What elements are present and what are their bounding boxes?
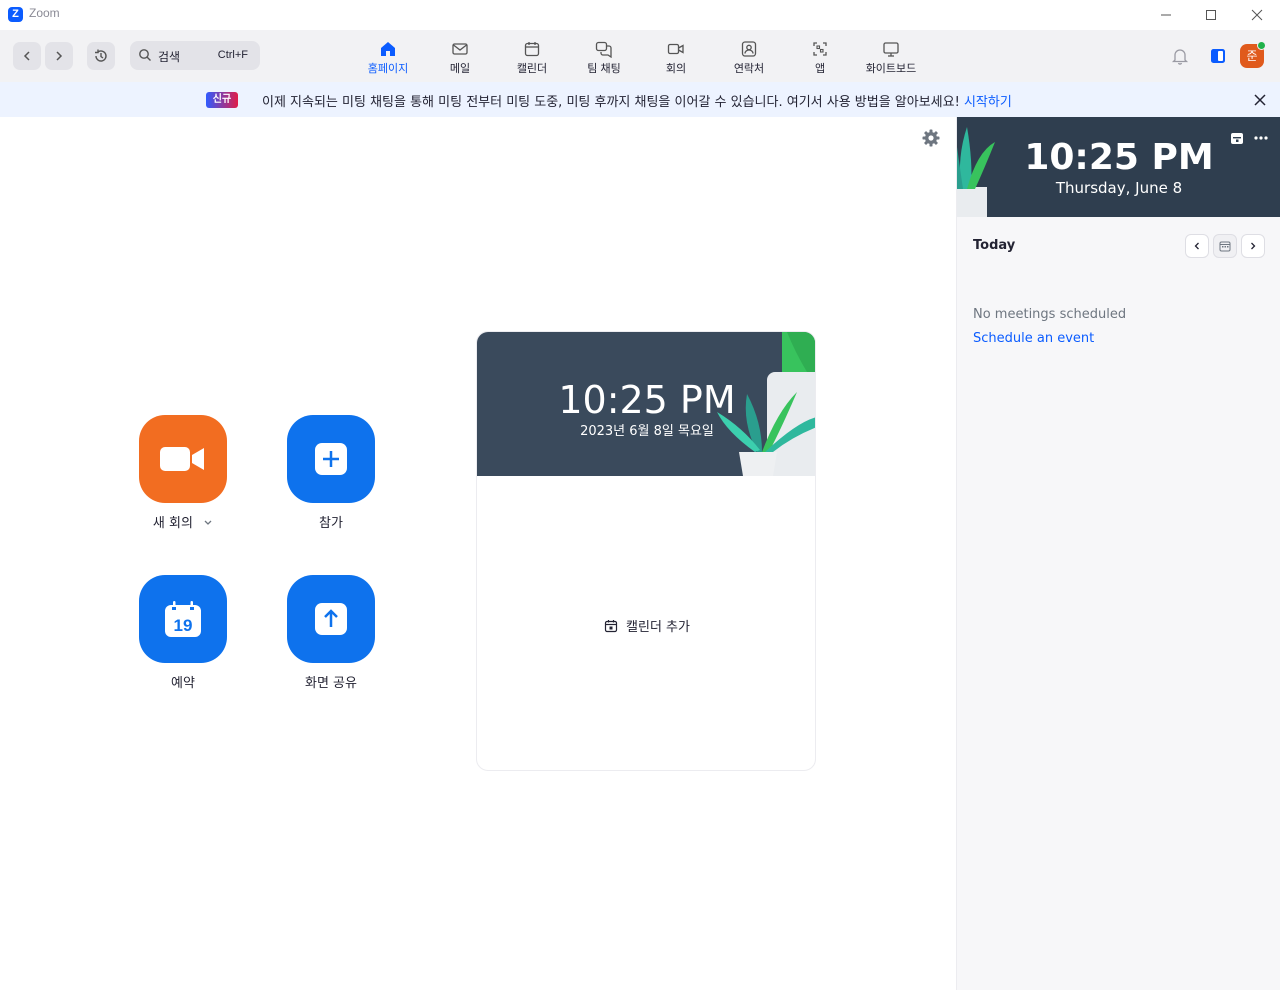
next-day-button[interactable] xyxy=(1241,234,1265,258)
calendar-19-icon: 19 xyxy=(165,601,201,637)
upcoming-meetings-card: 10:25 PM 2023년 6월 8일 목요일 캘린더 추가 xyxy=(476,331,816,771)
banner-start-link[interactable]: 시작하기 xyxy=(964,95,1012,110)
side-panel-toggle[interactable] xyxy=(1206,44,1230,68)
close-window-button[interactable] xyxy=(1234,0,1280,30)
panel-more-button[interactable] xyxy=(1252,129,1270,147)
panel-clock-date: Thursday, June 8 xyxy=(1055,179,1183,197)
new-meeting-text: 새 회의 xyxy=(152,516,193,531)
right-side-panel: 10:25 PM Thursday, June 8 Today No meeti… xyxy=(956,117,1280,990)
chevron-right-icon xyxy=(56,51,63,61)
title-bar: Z Zoom xyxy=(0,0,1280,30)
join-label: 참가 xyxy=(319,516,343,531)
contacts-icon xyxy=(741,41,757,57)
chat-icon xyxy=(595,41,612,58)
no-meetings-text: No meetings scheduled xyxy=(973,307,1127,322)
banner-message-text: 이제 지속되는 미팅 채팅을 통해 미팅 전부터 미팅 도중, 미팅 후까지 채… xyxy=(262,95,960,110)
calendar-day-number: 19 xyxy=(174,616,193,635)
add-calendar-button[interactable]: 캘린더 추가 xyxy=(477,616,815,635)
video-camera-icon xyxy=(160,447,204,471)
tab-label: 홈페이지 xyxy=(367,63,409,75)
schedule-label: 예약 xyxy=(171,676,195,691)
banner-message: 이제 지속되는 미팅 채팅을 통해 미팅 전부터 미팅 도중, 미팅 후까지 채… xyxy=(262,91,1012,110)
history-button[interactable] xyxy=(87,42,115,70)
zoom-logo-icon: Z xyxy=(8,7,23,22)
tab-apps[interactable]: 앱 xyxy=(806,40,834,76)
presence-status-icon xyxy=(1257,41,1266,50)
schedule-button[interactable]: 19 xyxy=(139,575,227,663)
tab-label: 연락처 xyxy=(733,63,765,75)
apps-icon xyxy=(813,42,827,56)
banner-close-button[interactable] xyxy=(1250,90,1270,110)
more-horizontal-icon xyxy=(1254,136,1268,140)
announcement-banner: 신규 이제 지속되는 미팅 채팅을 통해 미팅 전부터 미팅 도중, 미팅 후까… xyxy=(0,82,1280,117)
chevron-left-icon xyxy=(1194,242,1199,250)
chevron-right-icon xyxy=(1251,242,1256,250)
history-icon xyxy=(95,49,107,62)
add-calendar-label: 캘린더 추가 xyxy=(626,620,690,635)
share-screen-label: 화면 공유 xyxy=(305,676,357,691)
app-title: Zoom xyxy=(29,6,60,20)
notifications-button[interactable] xyxy=(1168,44,1192,68)
plus-icon xyxy=(315,443,347,475)
share-arrow-icon xyxy=(315,603,347,635)
card-clock-time: 10:25 PM xyxy=(558,378,736,422)
search-shortcut: Ctrl+F xyxy=(217,49,248,61)
settings-button[interactable] xyxy=(920,127,942,149)
search-icon xyxy=(139,49,151,61)
card-hero-banner: 10:25 PM 2023년 6월 8일 목요일 xyxy=(477,332,815,476)
previous-day-button[interactable] xyxy=(1185,234,1209,258)
maximize-button[interactable] xyxy=(1188,0,1234,30)
panel-clock-time: 10:25 PM xyxy=(1024,137,1214,178)
join-button[interactable] xyxy=(287,415,375,503)
minimize-button[interactable] xyxy=(1143,0,1189,30)
main-toolbar: 검색 Ctrl+F 홈페이지 메일 캘린더 팀 채팅 회의 연락처 앱 화이트보… xyxy=(0,30,1280,82)
tab-whiteboard[interactable]: 화이트보드 xyxy=(863,40,919,76)
panel-calendar-button[interactable] xyxy=(1228,129,1246,147)
tab-label: 화이트보드 xyxy=(865,63,917,75)
tab-meetings[interactable]: 회의 xyxy=(661,40,691,76)
tab-mail[interactable]: 메일 xyxy=(445,40,475,76)
new-badge: 신규 xyxy=(206,92,238,108)
minimize-icon xyxy=(1161,14,1171,16)
close-icon xyxy=(1251,9,1263,21)
panel-hero-banner: 10:25 PM Thursday, June 8 xyxy=(957,117,1280,217)
tab-calendar[interactable]: 캘린더 xyxy=(512,40,552,76)
tab-label: 메일 xyxy=(449,63,471,75)
mail-icon xyxy=(452,43,468,55)
side-panel-icon xyxy=(1211,49,1225,63)
calendar-picker-button[interactable] xyxy=(1213,234,1237,258)
share-screen-button[interactable] xyxy=(287,575,375,663)
home-icon xyxy=(381,42,395,56)
back-button[interactable] xyxy=(13,42,41,70)
whiteboard-icon xyxy=(883,42,899,57)
gear-icon xyxy=(922,129,940,147)
schedule-event-link[interactable]: Schedule an event xyxy=(973,331,1094,346)
maximize-icon xyxy=(1206,10,1216,20)
search-input[interactable]: 검색 Ctrl+F xyxy=(130,41,260,70)
tab-contacts[interactable]: 연락처 xyxy=(729,40,769,76)
chevron-down-icon[interactable] xyxy=(203,517,213,527)
chevron-left-icon xyxy=(23,51,30,61)
search-placeholder: 검색 xyxy=(158,50,181,64)
tab-home[interactable]: 홈페이지 xyxy=(366,40,410,76)
close-icon xyxy=(1254,94,1266,106)
today-label: Today xyxy=(973,238,1016,253)
tab-label: 회의 xyxy=(665,63,687,75)
new-meeting-label[interactable]: 새 회의 xyxy=(123,512,243,531)
calendar-icon xyxy=(1219,241,1231,252)
video-icon xyxy=(667,43,684,55)
card-clock-date: 2023년 6월 8일 목요일 xyxy=(580,424,714,439)
forward-button[interactable] xyxy=(45,42,73,70)
calendar-icon xyxy=(524,42,540,57)
tab-label: 캘린더 xyxy=(516,63,548,75)
tab-label: 팀 채팅 xyxy=(587,63,621,75)
new-meeting-button[interactable] xyxy=(139,415,227,503)
bell-icon xyxy=(1171,49,1189,65)
calendar-add-icon xyxy=(604,619,618,632)
tab-label: 앱 xyxy=(814,63,826,75)
calendar-icon xyxy=(1231,133,1243,144)
tab-team-chat[interactable]: 팀 채팅 xyxy=(584,40,624,76)
